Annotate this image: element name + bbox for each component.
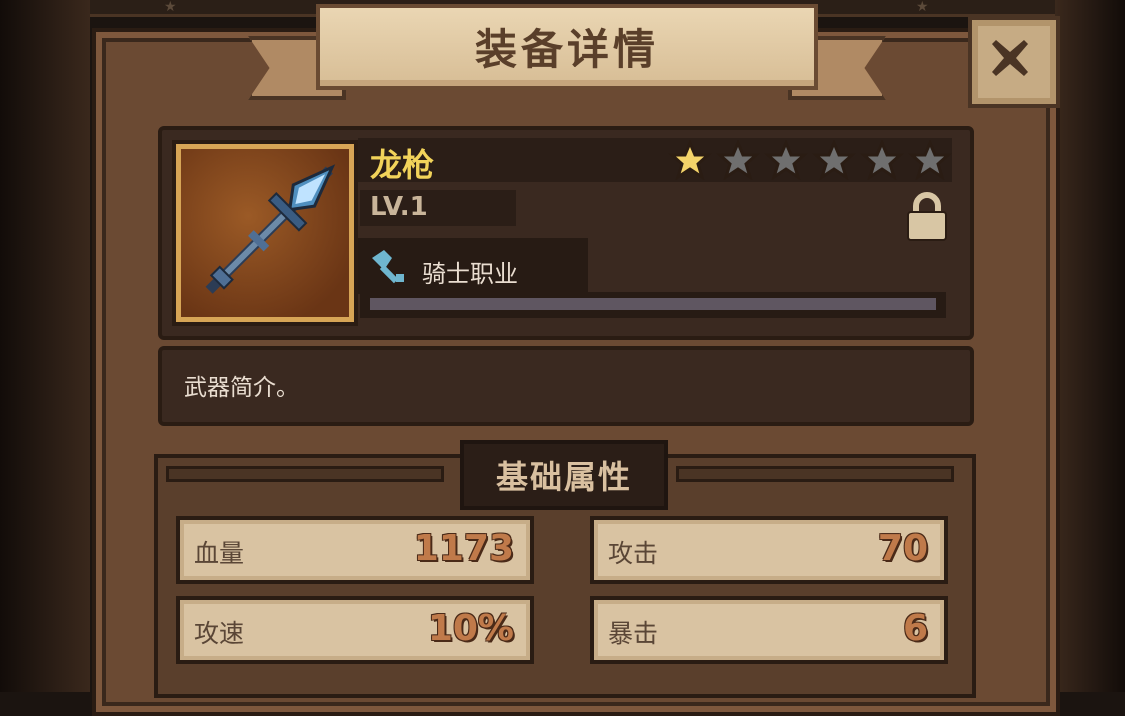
star-empty-icon — [716, 140, 760, 180]
star-empty-icon — [860, 140, 904, 180]
progress-bar — [370, 298, 936, 310]
stat-label: 攻速 — [194, 619, 245, 648]
attributes-title: 基础属性 — [495, 458, 632, 496]
stat-value: 70 — [877, 528, 928, 569]
decor-star-icon: ★ — [916, 0, 929, 15]
stat-attack: 攻击 70 — [590, 516, 948, 584]
dragon-spear-icon — [205, 164, 336, 294]
background-left — [0, 0, 90, 692]
attributes-divider-left — [166, 466, 444, 482]
stat-value: 6 — [902, 608, 928, 649]
decor-star-icon: ★ — [164, 0, 177, 15]
axe-icon — [372, 250, 404, 284]
window-title: 装备详情 — [474, 25, 659, 74]
stat-label: 暴击 — [608, 619, 659, 648]
star-filled-icon — [668, 140, 712, 180]
star-empty-icon — [764, 140, 808, 180]
background-right — [1055, 0, 1125, 692]
item-description: 武器简介。 — [184, 375, 299, 401]
stat-label: 攻击 — [608, 539, 659, 568]
close-button[interactable] — [968, 16, 1060, 108]
stat-critical: 暴击 6 — [590, 596, 948, 664]
stat-attack-speed: 攻速 10% — [176, 596, 534, 664]
stat-value: 1173 — [413, 528, 514, 569]
star-empty-icon — [812, 140, 856, 180]
title-plate: 装备详情 — [316, 4, 818, 90]
close-x-icon — [992, 40, 1028, 76]
stat-label: 血量 — [194, 539, 245, 568]
item-name: 龙枪 — [370, 146, 435, 184]
lock-icon[interactable] — [904, 192, 950, 244]
attributes-divider-right — [676, 466, 954, 482]
item-level: LV.1 — [370, 192, 428, 222]
class-label: 骑士职业 — [422, 260, 518, 288]
star-rating — [668, 140, 952, 180]
item-icon-frame — [176, 144, 354, 322]
stat-hp: 血量 1173 — [176, 516, 534, 584]
star-empty-icon — [908, 140, 952, 180]
stat-value: 10% — [427, 608, 514, 649]
